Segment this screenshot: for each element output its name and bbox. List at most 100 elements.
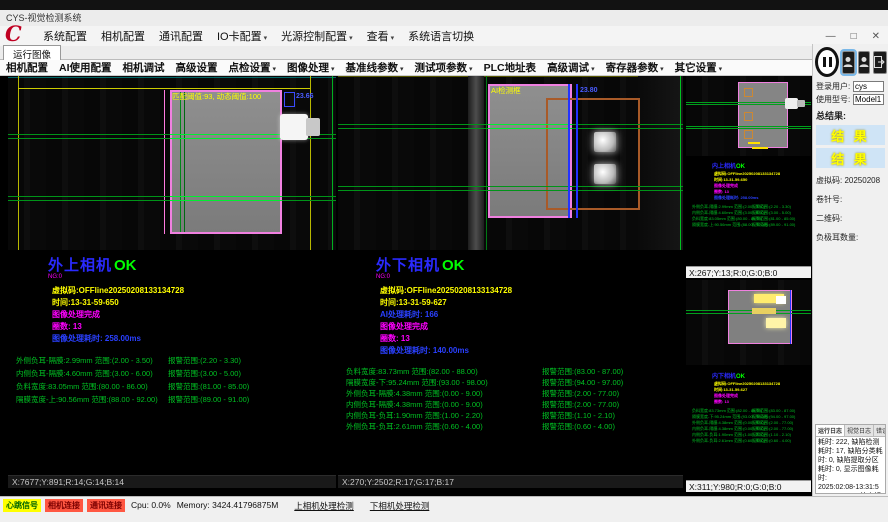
alarm-range: 报警范围:(1.10 - 2.10): [542, 410, 615, 421]
green-guide-line: [332, 76, 333, 250]
maximize-button[interactable]: □: [851, 31, 857, 42]
green-scan-line-bright: [488, 124, 572, 125]
pause-icon: [823, 57, 826, 67]
toolbar-item[interactable]: 图像处理▾: [287, 60, 335, 75]
menu-item[interactable]: 相机配置: [94, 26, 152, 46]
measurement-value: 隔膜宽度-下:95.24mm 范围:(93.00 - 98.00): [346, 377, 542, 388]
info-row: 卷针号:: [816, 194, 888, 205]
bright-connector-glow: [594, 164, 616, 184]
bright-spot: [776, 296, 786, 304]
roi-marker: [744, 130, 753, 139]
exit-button[interactable]: [873, 51, 887, 74]
result-text-area: 外下相机OK NG:0 虚拟码:OFFline20250208133134728…: [338, 252, 683, 432]
toolbar-item[interactable]: 测试项参数▾: [415, 60, 473, 75]
close-button[interactable]: ✕: [872, 31, 880, 42]
measurement-list: 外侧负耳-隔膜:2.99mm 范围:(2.00 - 3.50) 报警范围:(2.…: [16, 354, 336, 406]
time-line: 时间:13-31-59-650: [52, 297, 336, 309]
light-column: [468, 76, 484, 250]
measurement-row: 隔膜宽度-下:95.24mm 范围:(93.00 - 98.00) 报警范围:(…: [346, 377, 683, 388]
camera-title: 外上相机: [48, 257, 112, 274]
alarm-range: 报警范围:(94.00 - 97.00): [542, 377, 623, 388]
menu-item[interactable]: 系统配置: [36, 26, 94, 46]
toolbar-item[interactable]: 其它设置▾: [675, 60, 723, 75]
alarm-range: 报警范围:(2.00 - 77.00): [542, 399, 619, 410]
result-blocks: 结 果 结 果: [813, 125, 888, 168]
tab-connector-blob: [280, 114, 308, 140]
green-guide-line: [486, 76, 487, 250]
menu-item[interactable]: IO卡配置▾: [210, 26, 274, 46]
minimize-button[interactable]: —: [826, 31, 836, 42]
camera-image-viewport-upper[interactable]: 23.66 匹配阈值:93, 动态阈值:100: [8, 76, 336, 250]
model-input[interactable]: [853, 94, 884, 105]
green-scan-line: [686, 313, 811, 314]
proc-time-line: 图像处理耗时: 140.00ms: [380, 345, 683, 357]
toolbar-item[interactable]: 高级设置: [176, 60, 218, 75]
right-sidebar: 登录用户: 使用型号: 总结果: 结 果 结 果 虚拟码: 20250208 卷…: [812, 44, 888, 496]
alarm-range: 报警范围:(2.00 - 77.00): [542, 388, 619, 399]
green-scan-line: [338, 190, 683, 191]
toolbar-item[interactable]: 相机调试: [123, 60, 165, 75]
blue-measure-line: [576, 84, 578, 218]
toolbar-item[interactable]: 寄存器参数▾: [606, 60, 664, 75]
model-label: 使用型号:: [816, 94, 853, 105]
window-title: CYS-视觉检测系统: [0, 10, 888, 26]
green-scan-line: [686, 310, 811, 311]
toolbar-item[interactable]: 基准线参数▾: [346, 60, 404, 75]
log-tab-vision[interactable]: 视觉日志: [845, 425, 874, 436]
annotation-mark: [748, 142, 760, 144]
chevron-down-icon: ▾: [719, 66, 723, 73]
time-line: 时间:13-31-59-627: [380, 297, 683, 309]
tab-row: 运行图像: [0, 46, 812, 60]
log-tab-error[interactable]: 错误日志: [874, 425, 886, 436]
camera-image-viewport-lower[interactable]: 23.80 AI检测框: [338, 76, 683, 250]
log-tab-run[interactable]: 运行日志: [816, 425, 845, 436]
log-line: 2025:02:08-13:31:59:650—cys—外上相机—图像处理耗时:…: [818, 483, 883, 494]
measure-value-label: 23.66: [296, 93, 314, 100]
tab-connector-tip: [797, 100, 805, 107]
result-indicator: 结 果: [816, 125, 885, 145]
log-body[interactable]: 耗时: 222, 缺陷检测耗时: 17, 缺陷分类耗时: 0, 缺陷提取分区耗时…: [816, 437, 885, 494]
annotation-mark: [752, 147, 768, 149]
login-user-input[interactable]: [853, 81, 884, 92]
measure-value-label: 23.80: [580, 87, 598, 94]
lower-camera-process-link[interactable]: 下相机处理检测: [370, 499, 430, 512]
measurement-row: 外侧负耳-负耳:2.61mm 范围:(0.60 - 4.00) 报警范围:(0.…: [692, 438, 811, 444]
green-scan-line: [686, 126, 811, 127]
upper-camera-process-link[interactable]: 上相机处理检测: [294, 499, 354, 512]
measurement-row: 内侧负耳-隔膜:4.38mm 范围:(0.00 - 9.00) 报警范围:(2.…: [346, 399, 683, 410]
switch-user-button[interactable]: [858, 51, 871, 74]
dark-structure: [638, 76, 683, 250]
info-row: 负极耳数量:: [816, 232, 888, 243]
toolbar-item[interactable]: PLC地址表: [484, 60, 537, 75]
thumbnail-result-text: 内上相机OK 虚拟码:OFFline20250208133134728 时间:1…: [686, 160, 811, 228]
green-scan-line: [686, 128, 811, 129]
result-ok-label: OK: [114, 257, 137, 274]
sidebar-buttons: [813, 44, 888, 79]
menu-item[interactable]: 查看▾: [360, 26, 402, 46]
green-scan-line-bright: [170, 196, 282, 197]
alarm-range: 报警范围:(0.60 - 4.00): [542, 421, 615, 432]
thumbnail-camera-inner-upper[interactable]: 内上相机OK 虚拟码:OFFline20250208133134728 时间:1…: [686, 76, 811, 278]
measurement-row: 负料宽度:83.73mm 范围:(82.00 - 88.00) 报警范围:(83…: [346, 366, 683, 377]
menu-item[interactable]: 光源控制配置▾: [274, 26, 360, 46]
pause-button[interactable]: [815, 47, 839, 77]
toolbar-item[interactable]: 点检设置▾: [229, 60, 277, 75]
ai-time-line: AI处理耗时: 166: [380, 309, 683, 321]
measurement-row: 隔膜宽度-上:90.56mm 范围:(88.00 - 92.00) 报警范围:(…: [692, 222, 811, 228]
measurement-value: 隔膜宽度-上:90.56mm 范围:(88.00 - 92.00): [692, 222, 752, 228]
yellow-guide-line: [18, 88, 310, 89]
toolbar-item[interactable]: 高级调试▾: [547, 60, 595, 75]
log-panel: 运行日志 视觉日志 错误日志 耗时: 222, 缺陷检测耗时: 17, 缺陷分类…: [815, 424, 886, 494]
result-indicator: 结 果: [816, 148, 885, 168]
menu-item[interactable]: 通讯配置: [152, 26, 210, 46]
menu-item[interactable]: 系统语言切换: [401, 26, 481, 46]
camera-title: 内下相机: [712, 374, 736, 380]
thumbnail-camera-inner-lower[interactable]: 内下相机OK 虚拟码:OFFline20250208133134728 时间:1…: [686, 280, 811, 492]
bright-connector-glow: [594, 132, 616, 152]
thumbnail-image: [686, 76, 811, 156]
login-user-button[interactable]: [842, 51, 855, 74]
toolbar-item[interactable]: 相机配置: [6, 60, 48, 75]
bright-defect-highlight: [766, 318, 786, 328]
material-region: [170, 90, 282, 234]
toolbar-item[interactable]: AI使用配置: [59, 60, 112, 75]
